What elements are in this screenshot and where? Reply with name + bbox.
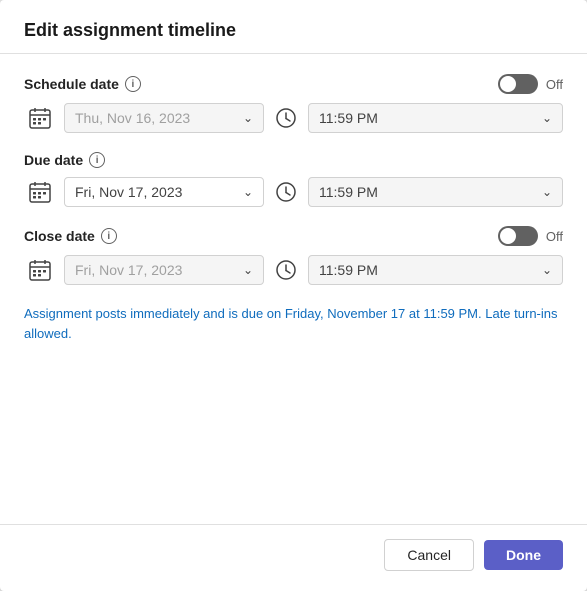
- schedule-date-picker[interactable]: Thu, Nov 16, 2023 ⌄: [64, 103, 264, 133]
- schedule-date-row: Thu, Nov 16, 2023 ⌄ 11:59 PM ⌄: [24, 102, 563, 134]
- due-date-info-icon[interactable]: i: [89, 152, 105, 168]
- due-date-value: Fri, Nov 17, 2023: [75, 184, 182, 200]
- schedule-date-section: Schedule date i Off: [24, 74, 563, 134]
- due-date-section: Due date i: [24, 152, 563, 208]
- close-date-clock-icon: [272, 256, 300, 284]
- schedule-date-toggle-knob: [500, 76, 516, 92]
- due-date-label: Due date i: [24, 152, 105, 168]
- due-date-clock-icon: [272, 178, 300, 206]
- close-date-label-row: Close date i Off: [24, 226, 563, 246]
- assignment-info-text: Assignment posts immediately and is due …: [24, 304, 563, 343]
- close-date-time-chevron: ⌄: [542, 263, 552, 277]
- modal-body: Schedule date i Off: [0, 54, 587, 524]
- schedule-date-label: Schedule date i: [24, 76, 141, 92]
- close-date-time-value: 11:59 PM: [319, 262, 378, 278]
- close-date-picker[interactable]: Fri, Nov 17, 2023 ⌄: [64, 255, 264, 285]
- close-date-row: Fri, Nov 17, 2023 ⌄ 11:59 PM ⌄: [24, 254, 563, 286]
- schedule-date-value: Thu, Nov 16, 2023: [75, 110, 190, 126]
- edit-assignment-modal: Edit assignment timeline Schedule date i…: [0, 0, 587, 591]
- close-date-toggle-label: Off: [546, 229, 563, 244]
- schedule-date-calendar-icon: [24, 102, 56, 134]
- close-date-toggle-knob: [500, 228, 516, 244]
- schedule-date-toggle-container: Off: [498, 74, 563, 94]
- schedule-date-toggle[interactable]: [498, 74, 538, 94]
- due-date-chevron: ⌄: [243, 185, 253, 199]
- due-date-picker[interactable]: Fri, Nov 17, 2023 ⌄: [64, 177, 264, 207]
- schedule-date-time-value: 11:59 PM: [319, 110, 378, 126]
- due-date-calendar-icon: [24, 176, 56, 208]
- due-date-text: Due date: [24, 152, 83, 168]
- due-date-time-chevron: ⌄: [542, 185, 552, 199]
- close-date-toggle-container: Off: [498, 226, 563, 246]
- schedule-date-info-icon[interactable]: i: [125, 76, 141, 92]
- close-date-toggle[interactable]: [498, 226, 538, 246]
- close-date-label: Close date i: [24, 228, 117, 244]
- close-date-time-picker[interactable]: 11:59 PM ⌄: [308, 255, 563, 285]
- close-date-calendar-icon: [24, 254, 56, 286]
- due-date-time-picker[interactable]: 11:59 PM ⌄: [308, 177, 563, 207]
- modal-footer: Cancel Done: [0, 524, 587, 591]
- schedule-date-label-row: Schedule date i Off: [24, 74, 563, 94]
- close-date-value: Fri, Nov 17, 2023: [75, 262, 182, 278]
- close-date-info-icon[interactable]: i: [101, 228, 117, 244]
- due-date-label-row: Due date i: [24, 152, 563, 168]
- due-date-time-value: 11:59 PM: [319, 184, 378, 200]
- cancel-button[interactable]: Cancel: [384, 539, 474, 571]
- modal-title: Edit assignment timeline: [24, 20, 236, 40]
- close-date-text: Close date: [24, 228, 95, 244]
- done-button[interactable]: Done: [484, 540, 563, 570]
- schedule-date-clock-icon: [272, 104, 300, 132]
- close-date-section: Close date i Off: [24, 226, 563, 286]
- schedule-date-text: Schedule date: [24, 76, 119, 92]
- schedule-date-time-chevron: ⌄: [542, 111, 552, 125]
- schedule-date-chevron: ⌄: [243, 111, 253, 125]
- schedule-date-time-picker[interactable]: 11:59 PM ⌄: [308, 103, 563, 133]
- modal-header: Edit assignment timeline: [0, 0, 587, 54]
- close-date-chevron: ⌄: [243, 263, 253, 277]
- due-date-row: Fri, Nov 17, 2023 ⌄ 11:59 PM ⌄: [24, 176, 563, 208]
- schedule-date-toggle-label: Off: [546, 77, 563, 92]
